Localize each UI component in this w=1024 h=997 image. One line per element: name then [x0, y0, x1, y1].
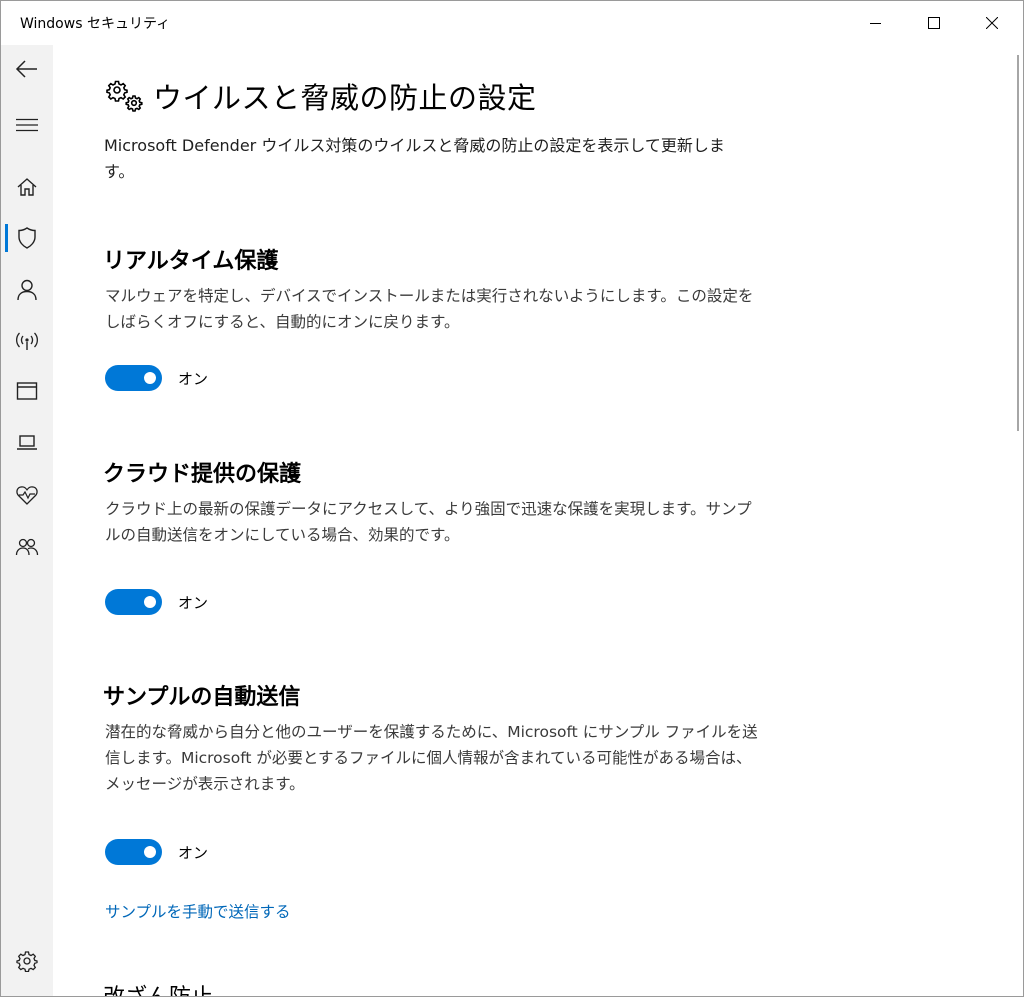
home-icon: [17, 178, 37, 196]
app-window: Windows セキュリティ ウイルスと脅威の防止の設定 Microsoft D…: [0, 0, 1024, 997]
section-description: 潜在的な脅威から自分と他のユーザーを保護するために、Microsoft にサンプ…: [105, 723, 758, 793]
page-title: ウイルスと脅威の防止の設定: [153, 81, 537, 115]
sidebar-item-firewall[interactable]: [1, 321, 53, 361]
gear-icon: [16, 951, 38, 972]
scrollbar-thumb[interactable]: [1017, 55, 1019, 431]
submit-sample-manually-link[interactable]: サンプルを手動で送信する: [105, 900, 291, 922]
section-description: マルウェアを特定し、デバイスでインストールまたは実行されないようにします。この設…: [105, 287, 754, 331]
minimize-icon: [870, 23, 881, 24]
section-title: クラウド提供の保護: [103, 462, 302, 487]
page-header: ウイルスと脅威の防止の設定: [105, 75, 537, 117]
realtime-protection-toggle[interactable]: [105, 365, 162, 391]
section-title-tamper-protection: 改ざん防止: [103, 983, 213, 996]
toggle-state-label: オン: [178, 843, 209, 862]
section-automatic-sample-submission: サンプルの自動送信 潜在的な脅威から自分と他のユーザーを保護するために、Micr…: [103, 683, 763, 797]
title-bar: Windows セキュリティ: [1, 1, 1023, 45]
sidebar-item-app-browser[interactable]: [1, 371, 53, 411]
maximize-button[interactable]: [911, 1, 957, 45]
window-title: Windows セキュリティ: [20, 16, 171, 32]
realtime-protection-toggle-row: オン: [105, 365, 208, 391]
laptop-icon: [17, 435, 37, 450]
section-cloud-protection: クラウド提供の保護 クラウド上の最新の保護データにアクセスして、より強固で迅速な…: [103, 460, 763, 548]
section-title: リアルタイム保護: [103, 249, 279, 274]
sidebar-item-virus-protection[interactable]: [1, 218, 53, 258]
minimize-button[interactable]: [853, 1, 899, 45]
sidebar-item-home[interactable]: [1, 167, 53, 207]
person-icon: [17, 279, 37, 301]
cloud-protection-toggle[interactable]: [105, 589, 162, 615]
back-button[interactable]: [1, 49, 53, 89]
section-description: クラウド上の最新の保護データにアクセスして、より強固で迅速な保護を実現します。サ…: [105, 500, 752, 544]
menu-button[interactable]: [1, 105, 53, 145]
vertical-scrollbar[interactable]: [1013, 45, 1023, 996]
sidebar-item-device-health[interactable]: [1, 475, 53, 515]
toggle-state-label: オン: [178, 593, 209, 612]
back-arrow-icon: [15, 60, 37, 78]
heart-pulse-icon: [16, 486, 38, 505]
wireless-icon: [15, 332, 39, 350]
sidebar-item-account[interactable]: [1, 270, 53, 310]
hamburger-menu-icon: [16, 118, 38, 132]
cloud-protection-toggle-row: オン: [105, 589, 208, 615]
maximize-icon: [928, 17, 940, 29]
family-icon: [15, 538, 39, 556]
close-button[interactable]: [969, 1, 1015, 45]
toggle-knob: [144, 846, 156, 858]
sidebar-nav: [1, 45, 53, 996]
shield-icon: [18, 227, 36, 249]
section-title: サンプルの自動送信: [103, 685, 301, 710]
page-description: Microsoft Defender ウイルス対策のウイルスと脅威の防止の設定を…: [104, 136, 725, 181]
sample-submission-toggle-row: オン: [105, 839, 208, 865]
app-browser-icon: [16, 382, 38, 400]
close-icon: [986, 17, 998, 29]
toggle-knob: [144, 596, 156, 608]
section-realtime-protection: リアルタイム保護 マルウェアを特定し、デバイスでインストールまたは実行されないよ…: [103, 247, 763, 335]
sidebar-item-device-security[interactable]: [1, 423, 53, 463]
settings-gears-icon: [106, 80, 143, 112]
sidebar-item-settings[interactable]: [1, 941, 53, 981]
main-content: ウイルスと脅威の防止の設定 Microsoft Defender ウイルス対策の…: [53, 45, 1013, 996]
toggle-knob: [144, 372, 156, 384]
sample-submission-toggle[interactable]: [105, 839, 162, 865]
sidebar-item-family-options[interactable]: [1, 527, 53, 567]
toggle-state-label: オン: [178, 369, 209, 388]
